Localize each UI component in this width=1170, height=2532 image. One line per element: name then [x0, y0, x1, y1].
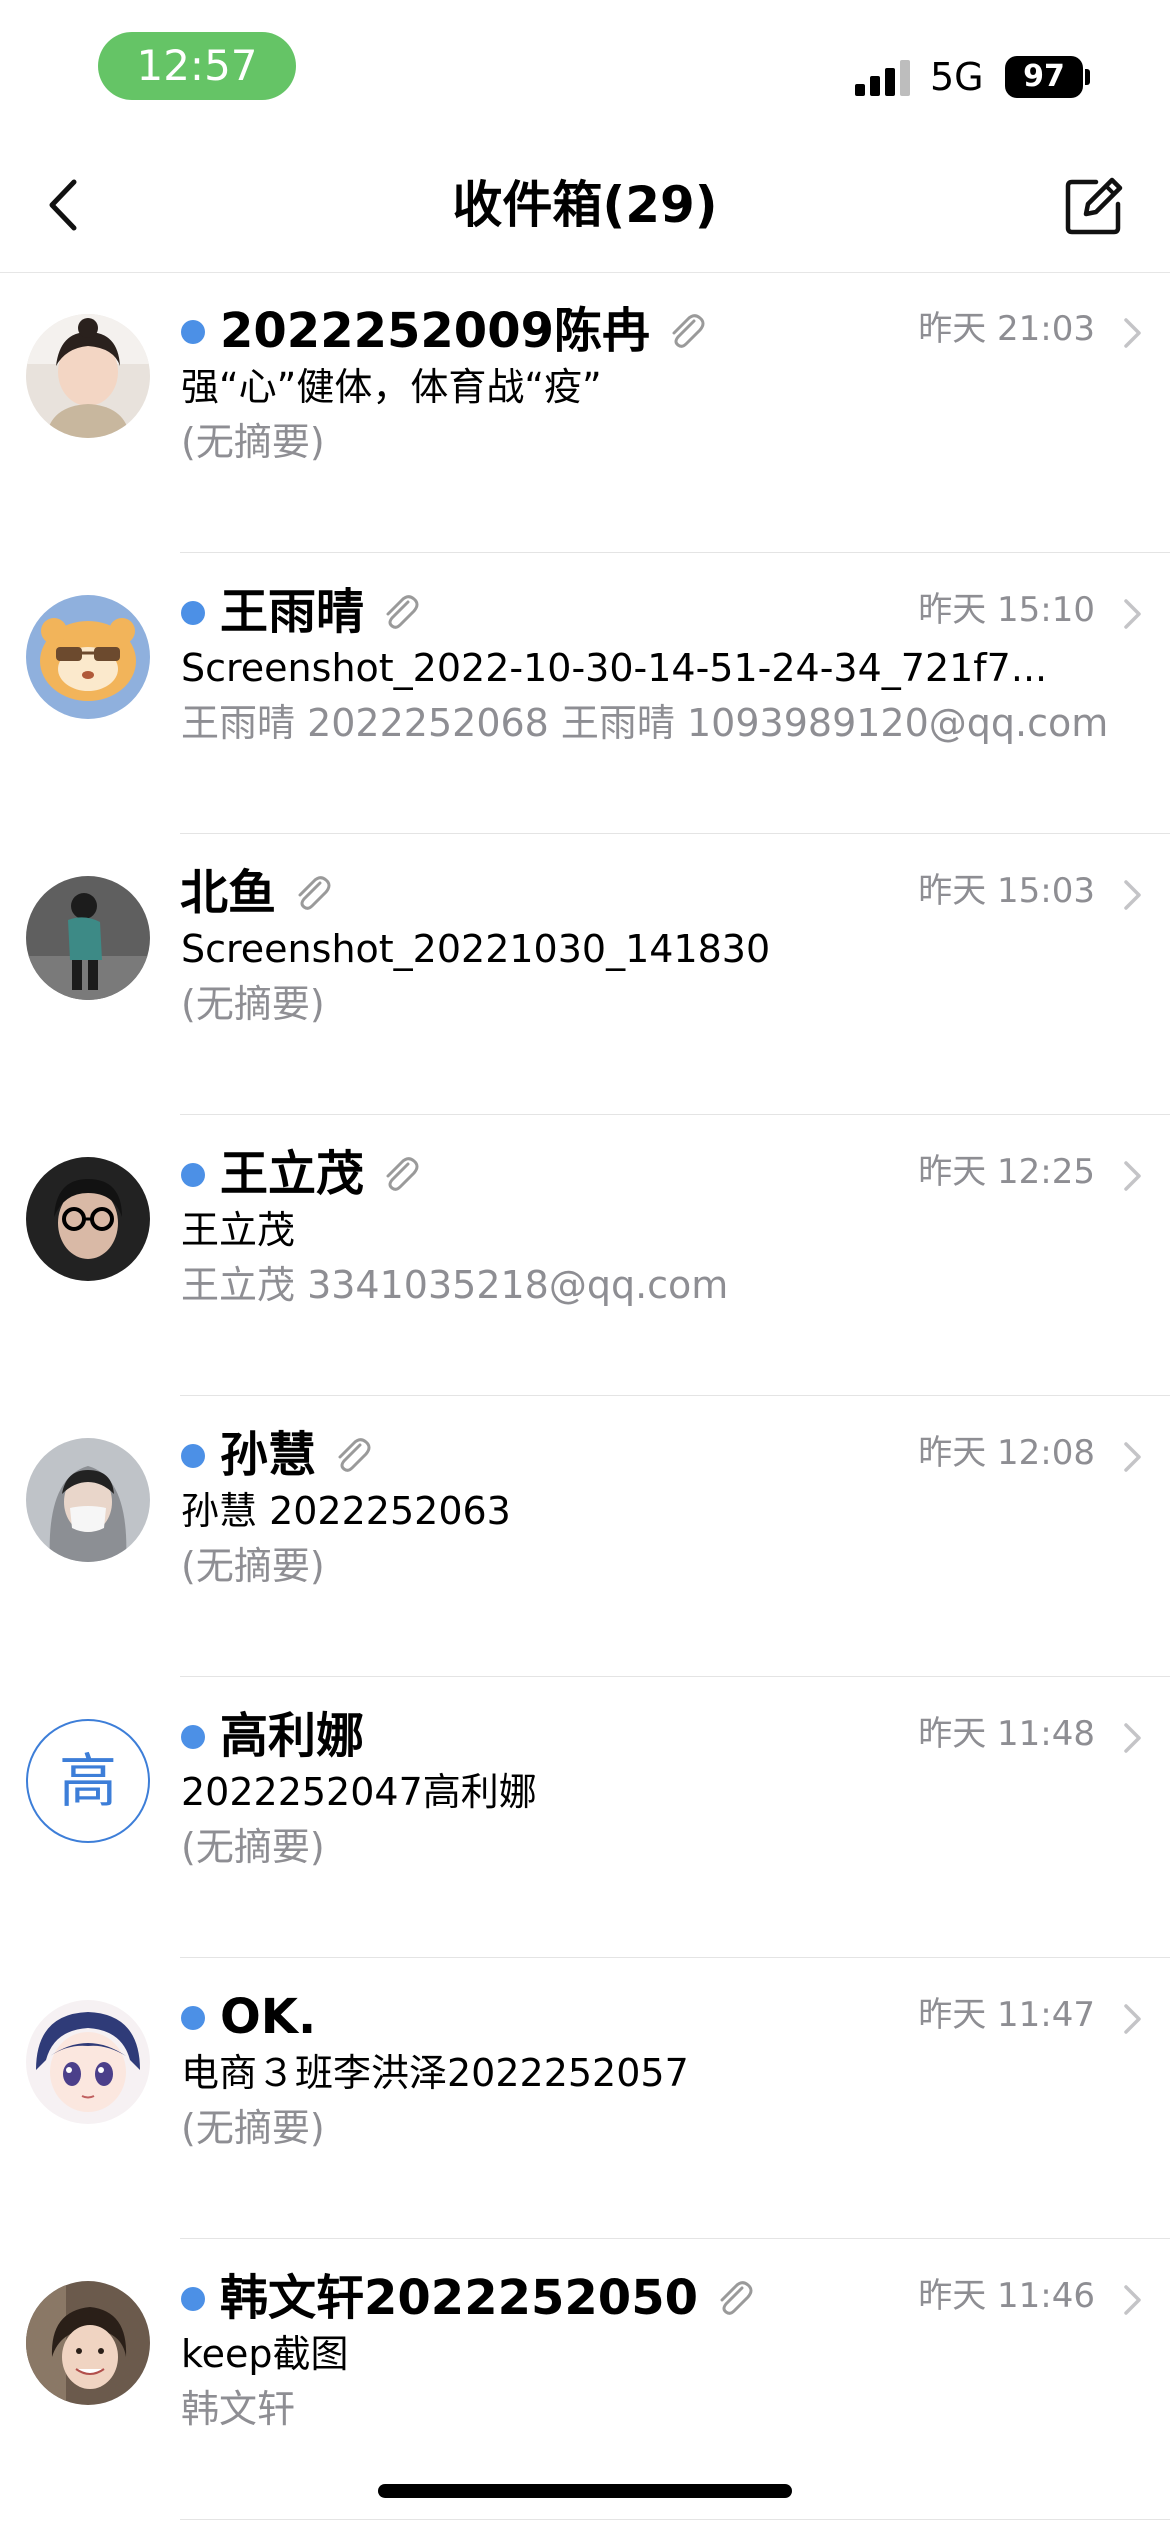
chevron-right-icon	[1124, 1442, 1141, 1472]
mail-subject: Screenshot_2022-10-30-14-51-24-34_721f7.…	[181, 646, 1048, 690]
battery-icon: 97	[1005, 56, 1083, 98]
mail-time: 昨天 11:46	[918, 2276, 1095, 2316]
sender-row: OK.	[220, 1984, 316, 2050]
mail-preview: 王雨晴 2022252068 王雨晴 1093989120@qq.com	[181, 701, 1109, 745]
chevron-right-icon	[1124, 318, 1141, 348]
chevron-right-icon	[1124, 599, 1141, 629]
mail-list: 2022252009陈冉 昨天 21:03 强“心”健体，体育战“疫” (无摘要…	[0, 272, 1170, 2520]
status-bar: 12:57 5G 97	[0, 0, 1170, 130]
sender-row: 孙慧	[220, 1422, 374, 1488]
mail-preview: (无摘要)	[181, 1544, 325, 1588]
mail-subject: 2022252047高利娜	[181, 1770, 537, 1814]
mail-time: 昨天 11:48	[918, 1714, 1095, 1754]
mail-time: 昨天 12:25	[918, 1152, 1095, 1192]
sender-name: 北鱼	[180, 865, 277, 921]
mail-subject: 电商３班李洪泽2022252057	[181, 2051, 689, 2095]
avatar	[26, 2000, 150, 2124]
mail-time: 昨天 15:03	[918, 871, 1095, 911]
mail-preview: (无摘要)	[181, 420, 325, 464]
mail-item[interactable]: 北鱼 昨天 15:03 Screenshot_20221030_141830 (…	[0, 834, 1170, 1115]
unread-dot	[181, 320, 205, 344]
sender-name: 王雨晴	[220, 584, 365, 640]
compose-button[interactable]	[1060, 172, 1128, 240]
sender-row: 北鱼	[180, 860, 334, 926]
compose-icon	[1065, 177, 1123, 235]
attachment-icon	[338, 1438, 371, 1472]
sender-row: 王立茂	[220, 1141, 422, 1207]
mail-subject: keep截图	[181, 2332, 349, 2376]
unread-dot	[181, 1725, 205, 1749]
chevron-right-icon	[1124, 2004, 1141, 2034]
attachment-icon	[720, 2281, 753, 2315]
mail-subject: 王立茂	[181, 1208, 296, 1252]
unread-dot	[181, 2006, 205, 2030]
mail-preview: 王立茂 3341035218@qq.com	[181, 1263, 729, 1307]
mail-item[interactable]: OK. 昨天 11:47 电商３班李洪泽2022252057 (无摘要)	[0, 1958, 1170, 2239]
chevron-right-icon	[1124, 2285, 1141, 2315]
mail-item[interactable]: 韩文轩2022252050 昨天 11:46 keep截图 韩文轩	[0, 2239, 1170, 2520]
sender-row: 高利娜	[220, 1703, 364, 1769]
unread-dot	[181, 2287, 205, 2311]
mail-time: 昨天 21:03	[918, 309, 1095, 349]
attachment-icon	[672, 314, 705, 348]
sender-name: 王立茂	[220, 1146, 365, 1202]
mail-preview: 韩文轩	[181, 2387, 296, 2431]
mail-preview: (无摘要)	[181, 2106, 325, 2150]
divider	[180, 2519, 1170, 2520]
mail-item[interactable]: 王立茂 昨天 12:25 王立茂 王立茂 3341035218@qq.com	[0, 1115, 1170, 1396]
mail-subject: 孙慧 2022252063	[181, 1489, 511, 1533]
mail-preview: (无摘要)	[181, 982, 325, 1026]
attachment-icon	[298, 876, 331, 910]
mail-subject: Screenshot_20221030_141830	[181, 927, 771, 971]
mail-time: 昨天 11:47	[918, 1995, 1095, 2035]
sender-name: OK.	[220, 1989, 317, 2045]
attachment-icon	[386, 1157, 419, 1191]
avatar: 高	[26, 1719, 150, 1843]
avatar	[26, 2281, 150, 2405]
sender-name: 韩文轩2022252050	[220, 2270, 698, 2326]
avatar	[26, 314, 150, 438]
battery-tip	[1085, 69, 1090, 85]
mail-item[interactable]: 孙慧 昨天 12:08 孙慧 2022252063 (无摘要)	[0, 1396, 1170, 1677]
sender-row: 2022252009陈冉	[220, 298, 708, 364]
network-type: 5G	[930, 55, 984, 99]
chevron-right-icon	[1124, 1723, 1141, 1753]
avatar	[26, 1438, 150, 1562]
mail-item[interactable]: 2022252009陈冉 昨天 21:03 强“心”健体，体育战“疫” (无摘要…	[0, 272, 1170, 553]
page-title: 收件箱(29)	[452, 176, 718, 234]
mail-item[interactable]: 高 高利娜 昨天 11:48 2022252047高利娜 (无摘要)	[0, 1677, 1170, 1958]
unread-dot	[181, 601, 205, 625]
nav-bar: 收件箱(29)	[0, 140, 1170, 273]
chevron-right-icon	[1124, 1161, 1141, 1191]
chevron-right-icon	[1124, 880, 1141, 910]
mail-time: 昨天 15:10	[918, 590, 1095, 630]
status-time: 12:57	[98, 32, 296, 100]
mail-time: 昨天 12:08	[918, 1433, 1095, 1473]
avatar	[26, 1157, 150, 1281]
mail-preview: (无摘要)	[181, 1825, 325, 1869]
sender-row: 韩文轩2022252050	[220, 2265, 756, 2331]
sender-row: 王雨晴	[220, 579, 422, 645]
cellular-signal-icon	[855, 58, 915, 96]
unread-dot	[181, 1163, 205, 1187]
avatar	[26, 595, 150, 719]
attachment-icon	[386, 595, 419, 629]
sender-name: 2022252009陈冉	[220, 303, 650, 359]
home-indicator[interactable]	[378, 2484, 792, 2498]
avatar	[26, 876, 150, 1000]
mail-subject: 强“心”健体，体育战“疫”	[181, 365, 602, 409]
mail-item[interactable]: 王雨晴 昨天 15:10 Screenshot_2022-10-30-14-51…	[0, 553, 1170, 834]
sender-name: 高利娜	[220, 1708, 365, 1764]
unread-dot	[181, 1444, 205, 1468]
sender-name: 孙慧	[220, 1427, 317, 1483]
